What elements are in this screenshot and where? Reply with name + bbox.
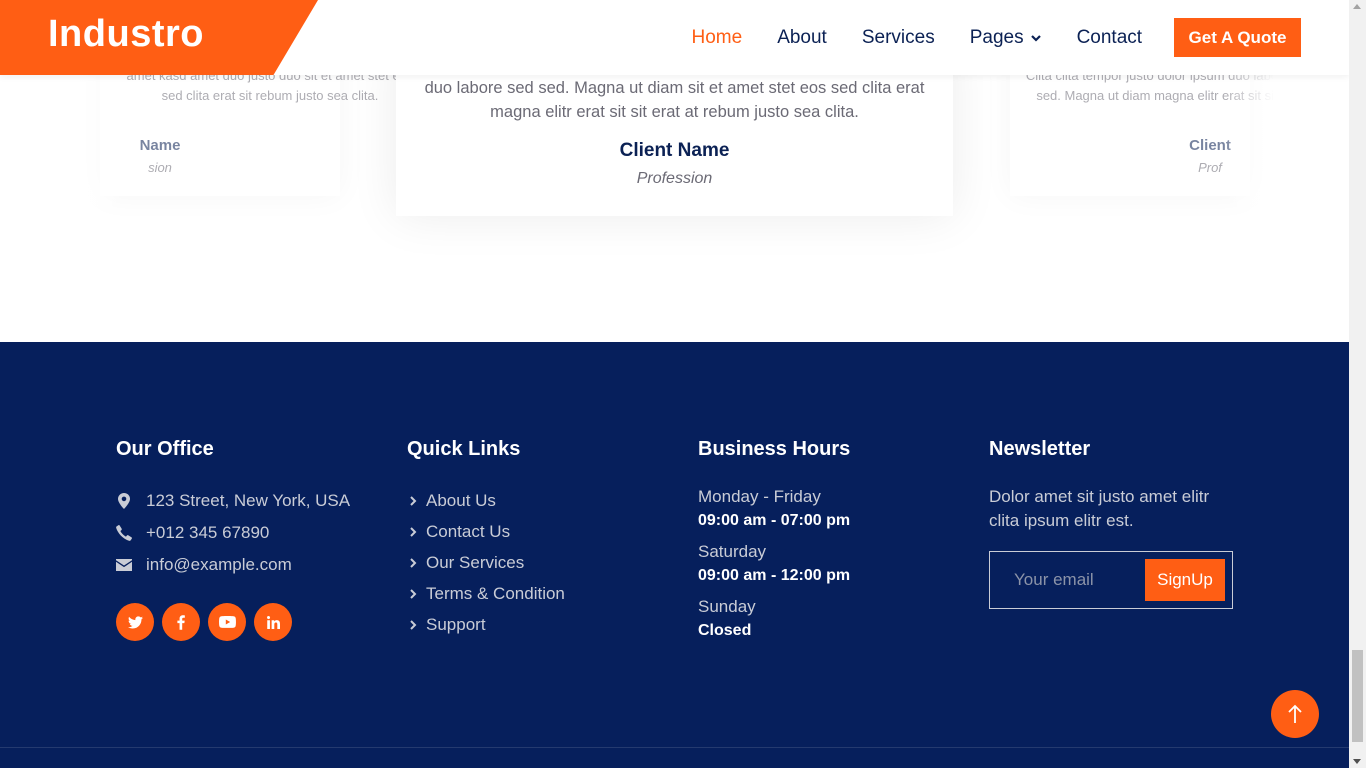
get-quote-button[interactable]: Get A Quote [1174, 18, 1301, 57]
chevron-down-icon [1030, 34, 1041, 42]
linkedin-icon[interactable] [254, 603, 292, 641]
social-links [116, 603, 386, 641]
hours-day: Saturday [698, 542, 767, 561]
chevron-right-icon [410, 526, 417, 537]
phone-icon [116, 525, 132, 541]
nav-pages[interactable]: Pages [970, 27, 1042, 49]
quick-link-about-us[interactable]: About Us [407, 485, 677, 516]
brand-logo[interactable]: Industro [48, 13, 204, 56]
chevron-right-icon [410, 588, 417, 599]
quick-link-label: Support [426, 614, 486, 634]
scroll-down-arrow-icon[interactable] [1353, 759, 1361, 764]
scroll-up-arrow-icon[interactable] [1353, 4, 1361, 9]
chevron-right-icon [410, 557, 417, 568]
newsletter-text: Dolor amet sit justo amet elitr clita ip… [989, 487, 1210, 530]
newsletter-form: SignUp [989, 551, 1233, 609]
signup-button[interactable]: SignUp [1145, 559, 1225, 601]
youtube-icon[interactable] [208, 603, 246, 641]
office-email: info@example.com [116, 549, 386, 581]
quick-link-label: Contact Us [426, 521, 511, 541]
footer-business-hours: Business Hours Monday - Friday 09:00 am … [698, 438, 968, 650]
chevron-right-icon [410, 619, 417, 630]
envelope-icon [116, 557, 132, 573]
quick-link-terms[interactable]: Terms & Condition [407, 578, 677, 609]
quick-link-contact-us[interactable]: Contact Us [407, 516, 677, 547]
nav-contact[interactable]: Contact [1077, 27, 1142, 49]
quick-link-support[interactable]: Support [407, 609, 677, 640]
quick-link-label: Our Services [426, 552, 525, 572]
office-address-text: 123 Street, New York, USA [146, 491, 351, 510]
hours-day: Sunday [698, 597, 756, 616]
office-address: 123 Street, New York, USA [116, 485, 386, 517]
quick-link-label: About Us [426, 490, 496, 510]
testimonial-quote: duo labore sed sed. Magna ut diam sit et… [424, 79, 925, 121]
quick-link-our-services[interactable]: Our Services [407, 547, 677, 578]
hours-time: Closed [698, 622, 752, 639]
twitter-icon[interactable] [116, 603, 154, 641]
hours-time: 09:00 am - 07:00 pm [698, 512, 851, 529]
footer-divider [0, 747, 1349, 748]
back-to-top-button[interactable] [1271, 690, 1319, 738]
footer-quick-links: Quick Links About Us Contact Us Our Serv… [407, 438, 677, 640]
office-email-text: info@example.com [146, 555, 292, 574]
newsletter-title: Newsletter [989, 438, 1091, 460]
map-pin-icon [116, 493, 132, 509]
nav-pages-label: Pages [969, 26, 1024, 48]
navbar: Industro Home About Services Pages Conta… [0, 0, 1349, 75]
hours-day: Monday - Friday [698, 487, 821, 506]
client-name: Client Name [619, 140, 730, 161]
office-phone: +012 345 67890 [116, 517, 386, 549]
office-phone-text: +012 345 67890 [146, 523, 270, 542]
facebook-icon[interactable] [162, 603, 200, 641]
nav-menu: Home About Services Pages Contact [674, 0, 1160, 75]
quick-link-label: Terms & Condition [426, 583, 565, 603]
arrow-up-icon [1288, 704, 1302, 723]
footer: Our Office 123 Street, New York, USA +01… [0, 342, 1349, 768]
business-hours-title: Business Hours [698, 438, 851, 460]
nav-home[interactable]: Home [692, 27, 743, 49]
nav-services[interactable]: Services [862, 27, 935, 49]
newsletter-email-input[interactable] [990, 552, 1140, 608]
hours-time: 09:00 am - 12:00 pm [698, 567, 851, 584]
office-title: Our Office [116, 438, 214, 460]
footer-newsletter: Newsletter Dolor amet sit justo amet eli… [989, 438, 1239, 609]
scroll-thumb[interactable] [1352, 650, 1363, 742]
footer-office: Our Office 123 Street, New York, USA +01… [116, 438, 386, 641]
quick-links-title: Quick Links [407, 438, 521, 460]
client-profession: Profession [636, 170, 713, 187]
nav-about[interactable]: About [777, 27, 827, 49]
page-scrollbar[interactable] [1349, 0, 1366, 768]
chevron-right-icon [410, 495, 417, 506]
